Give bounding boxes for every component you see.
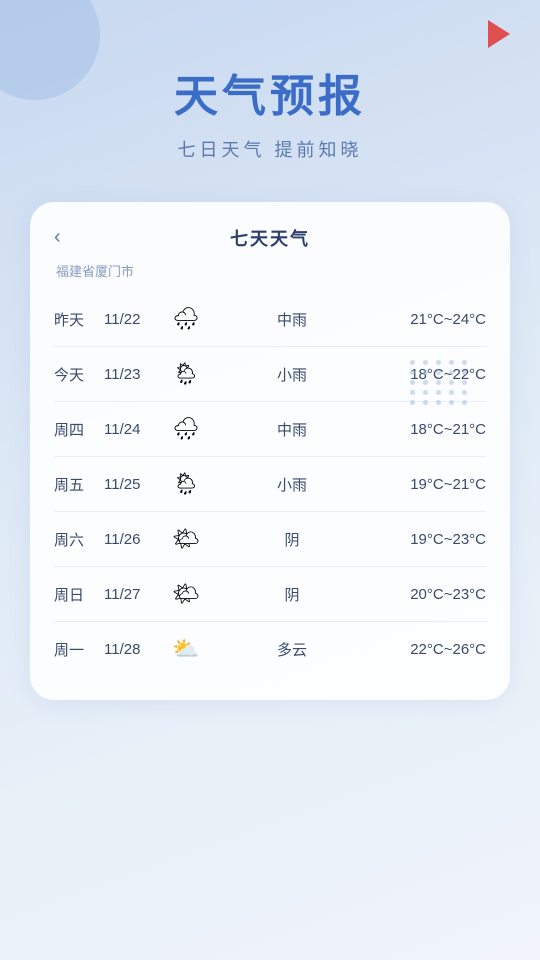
day-label: 周一 [54, 639, 104, 660]
temp-range: 21°C~24°C [376, 311, 486, 328]
day-label: 今天 [54, 364, 104, 385]
table-row: 周一 11/28 ⛅ 多云 22°C~26°C [54, 622, 486, 676]
temp-range: 22°C~26°C [376, 641, 486, 658]
weather-icon: 🌧 [164, 306, 208, 332]
weather-desc: 多云 [208, 639, 376, 660]
weather-icon: ⛅ [164, 636, 208, 662]
date-label: 11/24 [104, 421, 164, 438]
date-label: 11/27 [104, 586, 164, 603]
location-label: 福建省厦门市 [54, 261, 486, 280]
day-label: 周四 [54, 419, 104, 440]
table-row: 周五 11/25 🌦 小雨 19°C~21°C [54, 457, 486, 512]
weather-card: ‹ 七天天气 福建省厦门市 昨天 11/22 🌧 中雨 21°C~24°C 今天… [30, 202, 510, 700]
dot-grid-decoration [410, 360, 470, 405]
weather-desc: 小雨 [208, 364, 376, 385]
table-row: 昨天 11/22 🌧 中雨 21°C~24°C [54, 292, 486, 347]
weather-desc: 阴 [208, 529, 376, 550]
date-label: 11/22 [104, 311, 164, 328]
table-row: 周四 11/24 🌧 中雨 18°C~21°C [54, 402, 486, 457]
arrow-icon [488, 20, 510, 48]
weather-desc: 中雨 [208, 419, 376, 440]
hero-subtitle: 七日天气 提前知晓 [0, 136, 540, 162]
temp-range: 19°C~23°C [376, 531, 486, 548]
temp-range: 19°C~21°C [376, 476, 486, 493]
date-label: 11/28 [104, 641, 164, 658]
card-title: 七天天气 [230, 225, 310, 251]
table-row: 周六 11/26 🌤 阴 19°C~23°C [54, 512, 486, 567]
temp-range: 18°C~21°C [376, 421, 486, 438]
day-label: 周日 [54, 584, 104, 605]
arrow-decoration [488, 20, 510, 48]
day-label: 周五 [54, 474, 104, 495]
date-label: 11/23 [104, 366, 164, 383]
day-label: 周六 [54, 529, 104, 550]
weather-icon: 🌦 [164, 471, 208, 497]
card-header: ‹ 七天天气 [54, 222, 486, 253]
weather-desc: 中雨 [208, 309, 376, 330]
date-label: 11/25 [104, 476, 164, 493]
day-label: 昨天 [54, 309, 104, 330]
back-button[interactable]: ‹ [54, 222, 69, 253]
weather-icon: 🌦 [164, 361, 208, 387]
temp-range: 20°C~23°C [376, 586, 486, 603]
weather-icon: 🌤 [164, 526, 208, 552]
weather-table: 昨天 11/22 🌧 中雨 21°C~24°C 今天 11/23 🌦 小雨 18… [54, 292, 486, 676]
weather-desc: 小雨 [208, 474, 376, 495]
weather-icon: 🌤 [164, 581, 208, 607]
weather-desc: 阴 [208, 584, 376, 605]
weather-icon: 🌧 [164, 416, 208, 442]
table-row: 周日 11/27 🌤 阴 20°C~23°C [54, 567, 486, 622]
date-label: 11/26 [104, 531, 164, 548]
